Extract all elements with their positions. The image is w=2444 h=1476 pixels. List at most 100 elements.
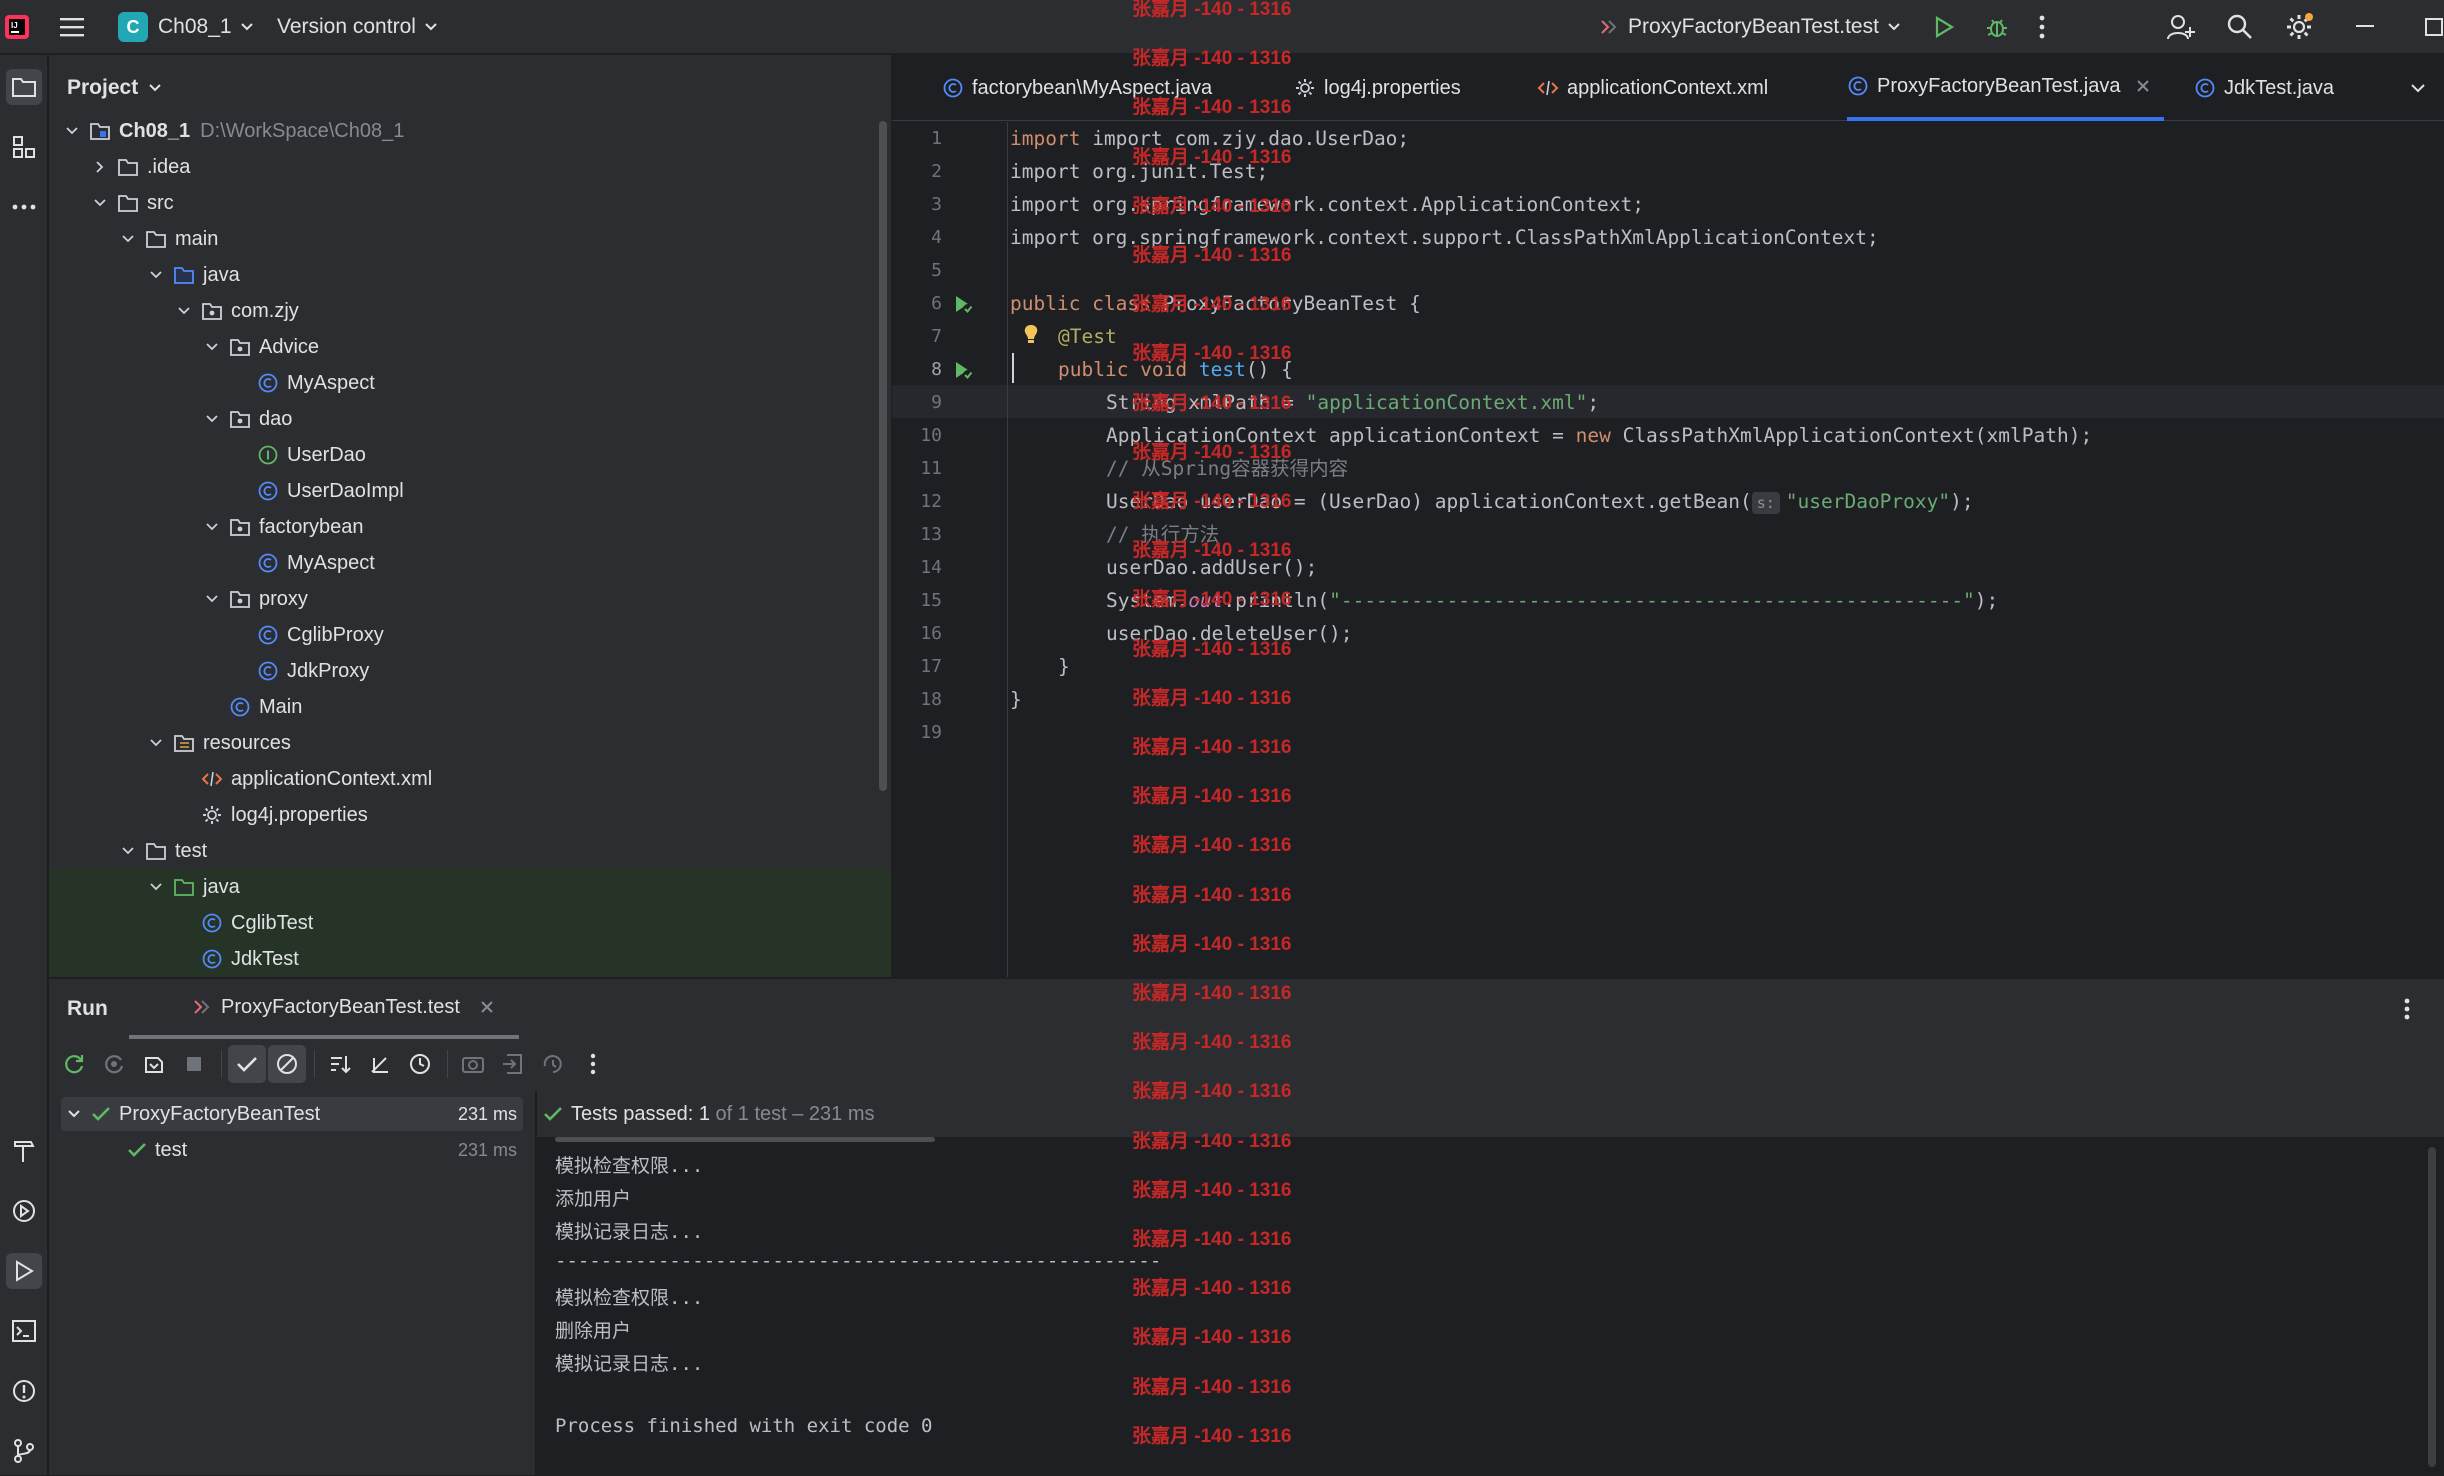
console-v-scrollbar[interactable] bbox=[2428, 1147, 2436, 1467]
chevron-down-icon[interactable] bbox=[203, 338, 221, 356]
git-tool-button[interactable] bbox=[6, 1433, 42, 1469]
run-test-gutter-icon[interactable] bbox=[952, 359, 974, 381]
settings-gear-icon[interactable] bbox=[2284, 0, 2314, 54]
chevron-down-icon[interactable] bbox=[203, 518, 221, 536]
tree-item[interactable]: MyAspect bbox=[49, 365, 891, 401]
project-switcher[interactable]: C Ch08_1 bbox=[118, 0, 254, 54]
test-status-bar: Tests passed: 1 of 1 test – 231 ms bbox=[537, 1091, 2444, 1137]
console-output[interactable]: Tests passed: 1 of 1 test – 231 ms 模拟检查权… bbox=[537, 1091, 2444, 1476]
tree-item[interactable]: com.zjy bbox=[49, 293, 891, 329]
tree-item[interactable]: JdkTest bbox=[49, 941, 891, 977]
editor-tab[interactable]: ProxyFactoryBeanTest.java bbox=[1847, 55, 2165, 121]
tree-item[interactable]: UserDaoImpl bbox=[49, 473, 891, 509]
editor-tab[interactable]: factorybean\MyAspect.java bbox=[942, 55, 1212, 121]
tree-item[interactable]: main bbox=[49, 221, 891, 257]
tree-item[interactable]: JdkProxy bbox=[49, 653, 891, 689]
collapse-all-button[interactable] bbox=[361, 1045, 399, 1083]
tree-item[interactable]: .idea bbox=[49, 149, 891, 185]
main-menu-icon[interactable] bbox=[60, 0, 86, 54]
structure-tool-button[interactable] bbox=[6, 129, 42, 165]
editor-tab[interactable]: JdkTest.java bbox=[2194, 55, 2334, 121]
tree-item[interactable]: applicationContext.xml bbox=[49, 761, 891, 797]
tree-item[interactable]: dao bbox=[49, 401, 891, 437]
test-case-row[interactable]: test 231 ms bbox=[61, 1133, 523, 1167]
project-scrollbar[interactable] bbox=[879, 121, 887, 791]
sort-by-duration-button[interactable] bbox=[401, 1045, 439, 1083]
tree-item[interactable]: factorybean bbox=[49, 509, 891, 545]
stop-button[interactable] bbox=[175, 1045, 213, 1083]
editor-tab[interactable]: applicationContext.xml bbox=[1537, 55, 1768, 121]
tree-item[interactable]: log4j.properties bbox=[49, 797, 891, 833]
show-passed-toggle[interactable] bbox=[228, 1045, 266, 1083]
more-tools-button[interactable] bbox=[6, 189, 42, 225]
terminal-tool-button[interactable] bbox=[6, 1313, 42, 1349]
chevron-down-icon[interactable] bbox=[91, 194, 109, 212]
run-button[interactable] bbox=[1932, 0, 1956, 54]
chevron-down-icon[interactable] bbox=[147, 878, 165, 896]
maximize-icon[interactable] bbox=[2424, 0, 2444, 54]
editor-tab[interactable]: log4j.properties bbox=[1294, 55, 1461, 121]
tree-item[interactable]: CglibTest bbox=[49, 905, 891, 941]
project-tool-button[interactable] bbox=[6, 69, 42, 105]
run-test-gutter-icon[interactable] bbox=[952, 293, 974, 315]
passed-check-icon bbox=[127, 1141, 147, 1159]
lightbulb-icon[interactable] bbox=[1022, 324, 1040, 346]
chevron-down-icon[interactable] bbox=[119, 230, 137, 248]
tree-item[interactable]: java bbox=[49, 869, 891, 905]
run-configuration-selector[interactable]: ProxyFactoryBeanTest.test bbox=[1598, 0, 1901, 54]
tab-list-dropdown-icon[interactable] bbox=[2410, 55, 2426, 121]
close-icon[interactable] bbox=[480, 1000, 494, 1014]
line-number: 17 bbox=[920, 656, 942, 677]
tree-item-label: applicationContext.xml bbox=[231, 767, 433, 790]
test-history-button[interactable] bbox=[534, 1045, 572, 1083]
code-editor[interactable]: import import com.zjy.dao.UserDao; impor… bbox=[1010, 122, 2444, 977]
tree-item[interactable]: UserDao bbox=[49, 437, 891, 473]
toggle-auto-test-button[interactable] bbox=[135, 1045, 173, 1083]
tree-item[interactable]: test bbox=[49, 833, 891, 869]
chevron-down-icon[interactable] bbox=[63, 122, 81, 140]
tree-item[interactable]: src bbox=[49, 185, 891, 221]
tree-item[interactable]: proxy bbox=[49, 581, 891, 617]
screenshot-button[interactable] bbox=[454, 1045, 492, 1083]
run-tool-button[interactable] bbox=[6, 1253, 42, 1289]
properties-icon bbox=[1294, 77, 1316, 99]
chevron-down-icon[interactable] bbox=[203, 410, 221, 428]
chevron-down-icon[interactable] bbox=[175, 302, 193, 320]
rerun-failed-button[interactable] bbox=[95, 1045, 133, 1083]
tree-item[interactable]: CglibProxy bbox=[49, 617, 891, 653]
test-suite-row[interactable]: ProxyFactoryBeanTest 231 ms bbox=[61, 1097, 523, 1131]
console-h-scrollbar[interactable] bbox=[555, 1137, 935, 1142]
sort-alphabetically-button[interactable] bbox=[321, 1045, 359, 1083]
build-tool-button[interactable] bbox=[6, 1133, 42, 1169]
show-ignored-toggle[interactable] bbox=[268, 1045, 306, 1083]
more-actions-icon[interactable] bbox=[2038, 0, 2046, 54]
minimize-icon[interactable] bbox=[2356, 0, 2376, 54]
chevron-down-icon[interactable] bbox=[203, 590, 221, 608]
more-toolbar-actions[interactable] bbox=[574, 1045, 612, 1083]
chevron-down-icon[interactable] bbox=[119, 842, 137, 860]
project-panel-header[interactable]: Project bbox=[49, 55, 891, 121]
services-tool-button[interactable] bbox=[6, 1193, 42, 1229]
tree-item[interactable]: Advice bbox=[49, 329, 891, 365]
app-logo-icon[interactable]: IJ bbox=[4, 0, 30, 54]
folder-icon bbox=[117, 192, 139, 214]
problems-tool-button[interactable] bbox=[6, 1373, 42, 1409]
version-control-menu[interactable]: Version control bbox=[277, 0, 438, 54]
rerun-button[interactable] bbox=[55, 1045, 93, 1083]
gutter-divider bbox=[1007, 122, 1008, 977]
debug-button[interactable] bbox=[1984, 0, 2010, 54]
tree-item[interactable]: resources bbox=[49, 725, 891, 761]
more-actions-icon[interactable] bbox=[2403, 997, 2411, 1021]
code-with-me-icon[interactable] bbox=[2166, 0, 2196, 54]
tree-item[interactable]: Main bbox=[49, 689, 891, 725]
search-icon[interactable] bbox=[2226, 0, 2254, 54]
import-tests-button[interactable] bbox=[494, 1045, 532, 1083]
chevron-down-icon[interactable] bbox=[147, 734, 165, 752]
tree-item[interactable]: Ch08_1 D:\WorkSpace\Ch08_1 bbox=[49, 113, 891, 149]
chevron-right-icon[interactable] bbox=[91, 158, 109, 176]
tree-item[interactable]: MyAspect bbox=[49, 545, 891, 581]
close-icon[interactable] bbox=[2136, 79, 2150, 93]
run-tab[interactable]: ProxyFactoryBeanTest.test bbox=[129, 979, 519, 1039]
tree-item[interactable]: java bbox=[49, 257, 891, 293]
chevron-down-icon[interactable] bbox=[147, 266, 165, 284]
